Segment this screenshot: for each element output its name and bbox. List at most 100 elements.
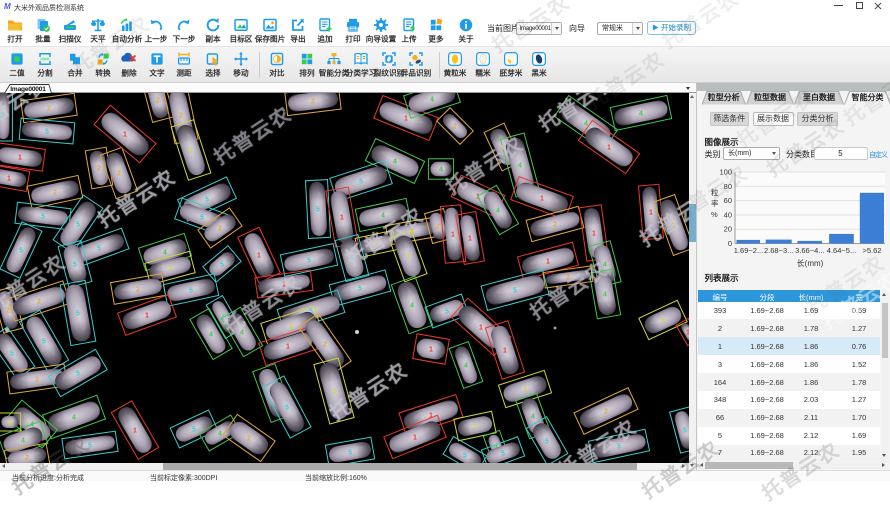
svg-text:1: 1 <box>18 155 22 162</box>
svg-text:5: 5 <box>617 444 621 451</box>
svg-text:2: 2 <box>566 275 570 282</box>
svg-text:2: 2 <box>672 223 676 230</box>
svg-text:2: 2 <box>97 166 101 173</box>
svg-text:60: 60 <box>724 196 732 205</box>
svg-text:5: 5 <box>683 428 687 435</box>
svg-text:4: 4 <box>218 431 222 438</box>
svg-text:40: 40 <box>724 211 732 220</box>
svg-text:3: 3 <box>289 324 293 331</box>
svg-text:2: 2 <box>117 171 121 178</box>
svg-text:2: 2 <box>35 377 39 384</box>
svg-text:5: 5 <box>307 258 311 265</box>
svg-text:5: 5 <box>445 309 449 316</box>
svg-text:3: 3 <box>332 389 336 396</box>
svg-text:5: 5 <box>220 262 224 269</box>
svg-text:3: 3 <box>8 420 12 427</box>
svg-text:>5.62: >5.62 <box>863 246 882 255</box>
svg-text:4: 4 <box>531 414 535 421</box>
svg-text:粒: 粒 <box>711 187 719 197</box>
svg-text:4: 4 <box>72 415 76 422</box>
svg-text:长(mm): 长(mm) <box>797 258 824 268</box>
svg-text:5: 5 <box>285 405 289 412</box>
svg-text:5: 5 <box>1 113 5 120</box>
svg-text:4: 4 <box>584 121 588 128</box>
svg-text:4: 4 <box>439 167 443 174</box>
svg-text:2: 2 <box>25 455 29 462</box>
svg-text:2: 2 <box>53 190 57 197</box>
svg-text:1: 1 <box>592 231 596 238</box>
svg-text:1: 1 <box>429 347 433 354</box>
svg-text:2: 2 <box>553 222 557 229</box>
svg-text:5: 5 <box>192 427 196 434</box>
svg-text:5: 5 <box>350 256 354 263</box>
svg-text:1: 1 <box>123 132 127 139</box>
svg-text:5: 5 <box>189 288 193 295</box>
svg-text:5: 5 <box>42 339 46 346</box>
svg-text:1: 1 <box>503 348 507 355</box>
svg-text:3: 3 <box>189 148 193 155</box>
svg-text:4: 4 <box>430 97 434 104</box>
svg-text:%: % <box>711 210 718 219</box>
svg-text:5: 5 <box>41 214 45 221</box>
svg-text:5: 5 <box>45 129 49 136</box>
svg-text:5: 5 <box>501 451 505 458</box>
svg-text:1: 1 <box>7 176 11 183</box>
svg-text:1: 1 <box>286 344 290 351</box>
svg-text:3.66~4...: 3.66~4... <box>795 246 824 255</box>
svg-text:1: 1 <box>413 435 417 442</box>
svg-text:1: 1 <box>282 282 286 289</box>
svg-text:2: 2 <box>37 299 41 306</box>
svg-text:1: 1 <box>404 116 408 123</box>
svg-text:2: 2 <box>218 226 222 233</box>
svg-text:5: 5 <box>545 439 549 446</box>
svg-text:率: 率 <box>711 198 719 208</box>
svg-text:4: 4 <box>639 111 643 118</box>
svg-text:80: 80 <box>724 182 732 191</box>
svg-text:4: 4 <box>240 330 244 337</box>
svg-text:5: 5 <box>200 215 204 222</box>
svg-text:5: 5 <box>76 222 80 229</box>
svg-text:5: 5 <box>513 288 517 295</box>
svg-text:4: 4 <box>393 159 397 166</box>
svg-text:2: 2 <box>6 308 10 315</box>
svg-text:4: 4 <box>163 250 167 257</box>
svg-text:5: 5 <box>88 443 92 450</box>
svg-text:5: 5 <box>205 197 209 204</box>
svg-text:5: 5 <box>463 453 467 460</box>
svg-text:2: 2 <box>156 98 160 105</box>
svg-text:2: 2 <box>604 409 608 416</box>
svg-text:1: 1 <box>607 145 611 152</box>
svg-text:0: 0 <box>728 239 732 248</box>
svg-text:1: 1 <box>451 232 455 239</box>
svg-text:4: 4 <box>518 163 522 170</box>
svg-text:1: 1 <box>340 215 344 222</box>
svg-text:2: 2 <box>453 124 457 131</box>
svg-text:3: 3 <box>661 318 665 325</box>
svg-text:3: 3 <box>473 424 477 431</box>
svg-text:2: 2 <box>136 287 140 294</box>
svg-text:1: 1 <box>540 196 544 203</box>
svg-text:4: 4 <box>381 213 385 220</box>
svg-text:2: 2 <box>47 106 51 113</box>
svg-text:3: 3 <box>168 266 172 273</box>
svg-text:1: 1 <box>649 210 653 217</box>
svg-text:5: 5 <box>316 207 320 214</box>
svg-text:5: 5 <box>76 371 80 378</box>
svg-text:3: 3 <box>523 387 527 394</box>
svg-text:2: 2 <box>436 224 440 231</box>
svg-text:2: 2 <box>323 342 327 349</box>
svg-text:4: 4 <box>209 332 213 339</box>
svg-text:4: 4 <box>603 292 607 299</box>
svg-text:20: 20 <box>724 225 732 234</box>
svg-text:2.68~3...: 2.68~3... <box>764 246 793 255</box>
svg-text:4.64~5...: 4.64~5... <box>827 246 856 255</box>
svg-text:3: 3 <box>406 254 410 261</box>
svg-text:5: 5 <box>10 351 14 358</box>
svg-text:2: 2 <box>311 99 315 106</box>
svg-text:5: 5 <box>73 262 77 269</box>
svg-text:100: 100 <box>719 168 732 177</box>
svg-text:1: 1 <box>479 325 483 332</box>
svg-text:4: 4 <box>464 363 468 370</box>
svg-text:5: 5 <box>76 311 80 318</box>
svg-text:5: 5 <box>348 450 352 457</box>
